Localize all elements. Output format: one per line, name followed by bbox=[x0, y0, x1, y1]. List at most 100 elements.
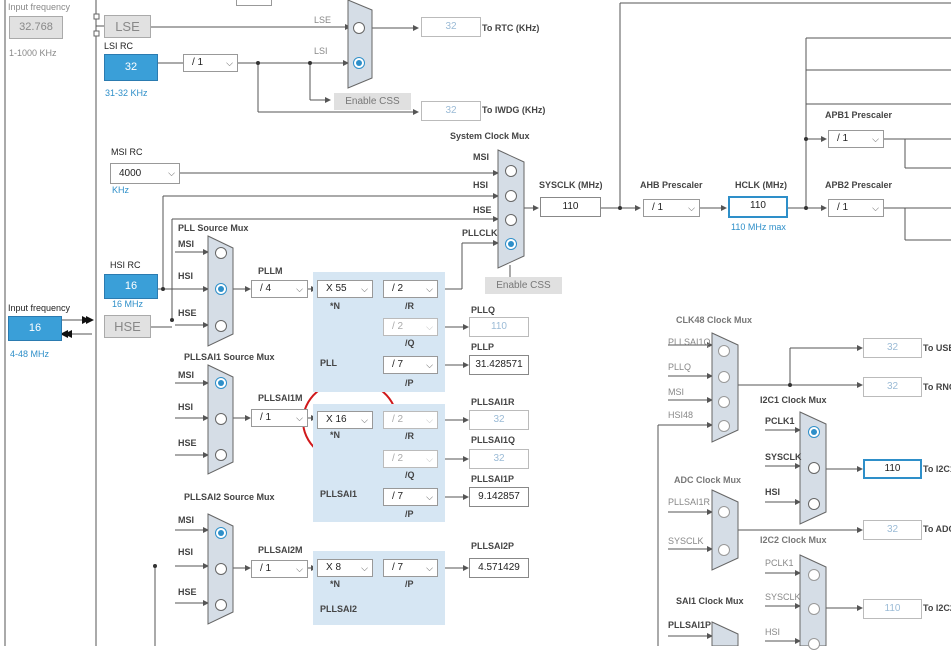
top-partial-box bbox=[236, 0, 272, 6]
i2c1-output[interactable]: 110 bbox=[863, 459, 922, 479]
i2c1-radio-hsi[interactable] bbox=[808, 498, 820, 510]
apb1-prescaler-select[interactable]: / 1 ⌵ bbox=[828, 130, 884, 148]
rtc-output[interactable]: 32 bbox=[421, 17, 481, 37]
sys-mux-msi-label: MSI bbox=[473, 152, 490, 162]
adc-radio-pllsai1r[interactable] bbox=[718, 506, 730, 518]
pllsai1r-title: PLLSAI1R bbox=[471, 397, 515, 407]
sys-mux-radio-msi[interactable] bbox=[505, 165, 517, 177]
i2c2-radio-pclk1[interactable] bbox=[808, 569, 820, 581]
apb2-prescaler-value: / 1 bbox=[837, 202, 849, 213]
chevron-down-icon: ⌵ bbox=[872, 203, 879, 213]
rtc-mux-radio-lse[interactable] bbox=[353, 22, 365, 34]
pllsai1p-title: PLLSAI1P bbox=[471, 474, 515, 484]
pllsai1m-value: / 1 bbox=[260, 412, 272, 423]
pllsai1-p-value: / 7 bbox=[392, 491, 404, 502]
chevron-down-icon: ⌵ bbox=[296, 284, 303, 294]
i2c2-radio-sysclk[interactable] bbox=[808, 603, 820, 615]
hsi-oscillator[interactable]: 16 bbox=[104, 274, 158, 299]
apb2-prescaler-select[interactable]: / 1 ⌵ bbox=[828, 199, 884, 217]
chevron-down-icon: ⌵ bbox=[296, 564, 303, 574]
hse-input-frequency[interactable]: 16 bbox=[8, 316, 62, 341]
pllq-output[interactable]: 110 bbox=[469, 317, 529, 337]
sys-mux-radio-hsi[interactable] bbox=[505, 190, 517, 202]
sys-mux-radio-hse[interactable] bbox=[505, 214, 517, 226]
chevron-down-icon: ⌵ bbox=[168, 168, 175, 178]
pllm-title: PLLM bbox=[258, 266, 283, 276]
i2c2-output[interactable]: 110 bbox=[863, 599, 922, 619]
pllm-select[interactable]: / 4 ⌵ bbox=[251, 280, 308, 298]
rtc-mux-radio-lsi[interactable] bbox=[353, 57, 365, 69]
sysclk-title: SYSCLK (MHz) bbox=[539, 180, 603, 190]
pll-p-value: / 7 bbox=[392, 359, 404, 370]
pllsai1m-select[interactable]: / 1 ⌵ bbox=[251, 409, 308, 427]
sys-mux-radio-pllclk[interactable] bbox=[505, 238, 517, 250]
lsi-oscillator[interactable]: 32 bbox=[104, 54, 158, 81]
pllsai2-n-select[interactable]: X 8 ⌵ bbox=[317, 559, 373, 577]
pllsai1-r-select[interactable]: / 2 ⌵ bbox=[383, 411, 438, 429]
lse-oscillator[interactable]: LSE bbox=[104, 15, 151, 38]
pll-q-select[interactable]: / 2 ⌵ bbox=[383, 318, 438, 336]
pll-n-label: *N bbox=[330, 301, 341, 311]
chevron-down-icon: ⌵ bbox=[688, 203, 695, 213]
pll-src-radio-hse[interactable] bbox=[215, 320, 227, 332]
pllsai2-src-radio-msi[interactable] bbox=[215, 527, 227, 539]
ahb-prescaler-select[interactable]: / 1 ⌵ bbox=[643, 199, 700, 217]
pll-r-label: /R bbox=[405, 301, 414, 311]
adc-output[interactable]: 32 bbox=[863, 520, 922, 540]
pllsai1-src-radio-hse[interactable] bbox=[215, 449, 227, 461]
pllsai2-n-label: *N bbox=[330, 579, 341, 589]
iwdg-output[interactable]: 32 bbox=[421, 101, 481, 121]
rng-output[interactable]: 32 bbox=[863, 377, 922, 397]
pllsai2p-output[interactable]: 4.571429 bbox=[469, 558, 529, 578]
pllsai1-q-select[interactable]: / 2 ⌵ bbox=[383, 450, 438, 468]
pllsai1-src-msi-label: MSI bbox=[178, 370, 195, 380]
adc-radio-sysclk[interactable] bbox=[718, 544, 730, 556]
clk48-radio-hsi48[interactable] bbox=[718, 420, 730, 432]
clk48-radio-msi[interactable] bbox=[718, 396, 730, 408]
usb-output[interactable]: 32 bbox=[863, 338, 922, 358]
pllsai1-n-select[interactable]: X 16 ⌵ bbox=[317, 411, 373, 429]
adc-output-label: To ADC bbox=[923, 524, 951, 534]
chevron-down-icon: ⌵ bbox=[361, 563, 368, 573]
pll-src-radio-msi[interactable] bbox=[215, 247, 227, 259]
pllsai1-p-select[interactable]: / 7 ⌵ bbox=[383, 488, 438, 506]
pll-p-label: /P bbox=[405, 378, 414, 388]
rtc-output-label: To RTC (KHz) bbox=[482, 23, 540, 33]
pllsai2p-title: PLLSAI2P bbox=[471, 541, 515, 551]
pllsai1-src-radio-msi[interactable] bbox=[215, 377, 227, 389]
sys-enable-css-button[interactable]: Enable CSS bbox=[485, 277, 562, 294]
lsi-divider-select[interactable]: / 1 ⌵ bbox=[183, 54, 238, 72]
hse-oscillator[interactable]: HSE bbox=[104, 315, 151, 338]
pllsai2-p-select[interactable]: / 7 ⌵ bbox=[383, 559, 438, 577]
hclk-value[interactable]: 110 bbox=[728, 196, 788, 218]
rtc-enable-css-button[interactable]: Enable CSS bbox=[334, 93, 411, 110]
lse-input-range: 1-1000 KHz bbox=[9, 48, 57, 58]
i2c2-radio-hsi[interactable] bbox=[808, 638, 820, 650]
pllp-output[interactable]: 31.428571 bbox=[469, 355, 529, 375]
pllsai1-q-value: / 2 bbox=[392, 453, 404, 464]
chevron-down-icon: ⌵ bbox=[426, 360, 433, 370]
clk48-radio-pllsai1q[interactable] bbox=[718, 345, 730, 357]
pll-src-radio-hsi[interactable] bbox=[215, 283, 227, 295]
pllsai2-src-radio-hsi[interactable] bbox=[215, 563, 227, 575]
msi-frequency-select[interactable]: 4000 ⌵ bbox=[110, 163, 180, 184]
ahb-prescaler-value: / 1 bbox=[652, 202, 664, 213]
pllsai1p-output[interactable]: 9.142857 bbox=[469, 487, 529, 507]
pllsai2-src-msi-label: MSI bbox=[178, 515, 195, 525]
pllsai1q-output[interactable]: 32 bbox=[469, 449, 529, 469]
pll-r-select[interactable]: / 2 ⌵ bbox=[383, 280, 438, 298]
pllsai2-src-radio-hse[interactable] bbox=[215, 599, 227, 611]
sysclk-value[interactable]: 110 bbox=[540, 197, 601, 217]
pll-n-select[interactable]: X 55 ⌵ bbox=[317, 280, 373, 298]
pllsai2-name: PLLSAI2 bbox=[320, 604, 358, 614]
i2c1-radio-pclk1[interactable] bbox=[808, 426, 820, 438]
pllsai1-src-radio-hsi[interactable] bbox=[215, 413, 227, 425]
clk48-radio-pllq[interactable] bbox=[718, 371, 730, 383]
pllsai1r-output[interactable]: 32 bbox=[469, 410, 529, 430]
lse-input-frequency[interactable]: 32.768 bbox=[9, 16, 63, 39]
pll-p-select[interactable]: / 7 ⌵ bbox=[383, 356, 438, 374]
i2c2-in-sysclk: SYSCLK bbox=[765, 592, 801, 602]
i2c1-radio-sysclk[interactable] bbox=[808, 462, 820, 474]
pllsai2m-select[interactable]: / 1 ⌵ bbox=[251, 560, 308, 578]
i2c1-mux-title: I2C1 Clock Mux bbox=[760, 395, 827, 405]
